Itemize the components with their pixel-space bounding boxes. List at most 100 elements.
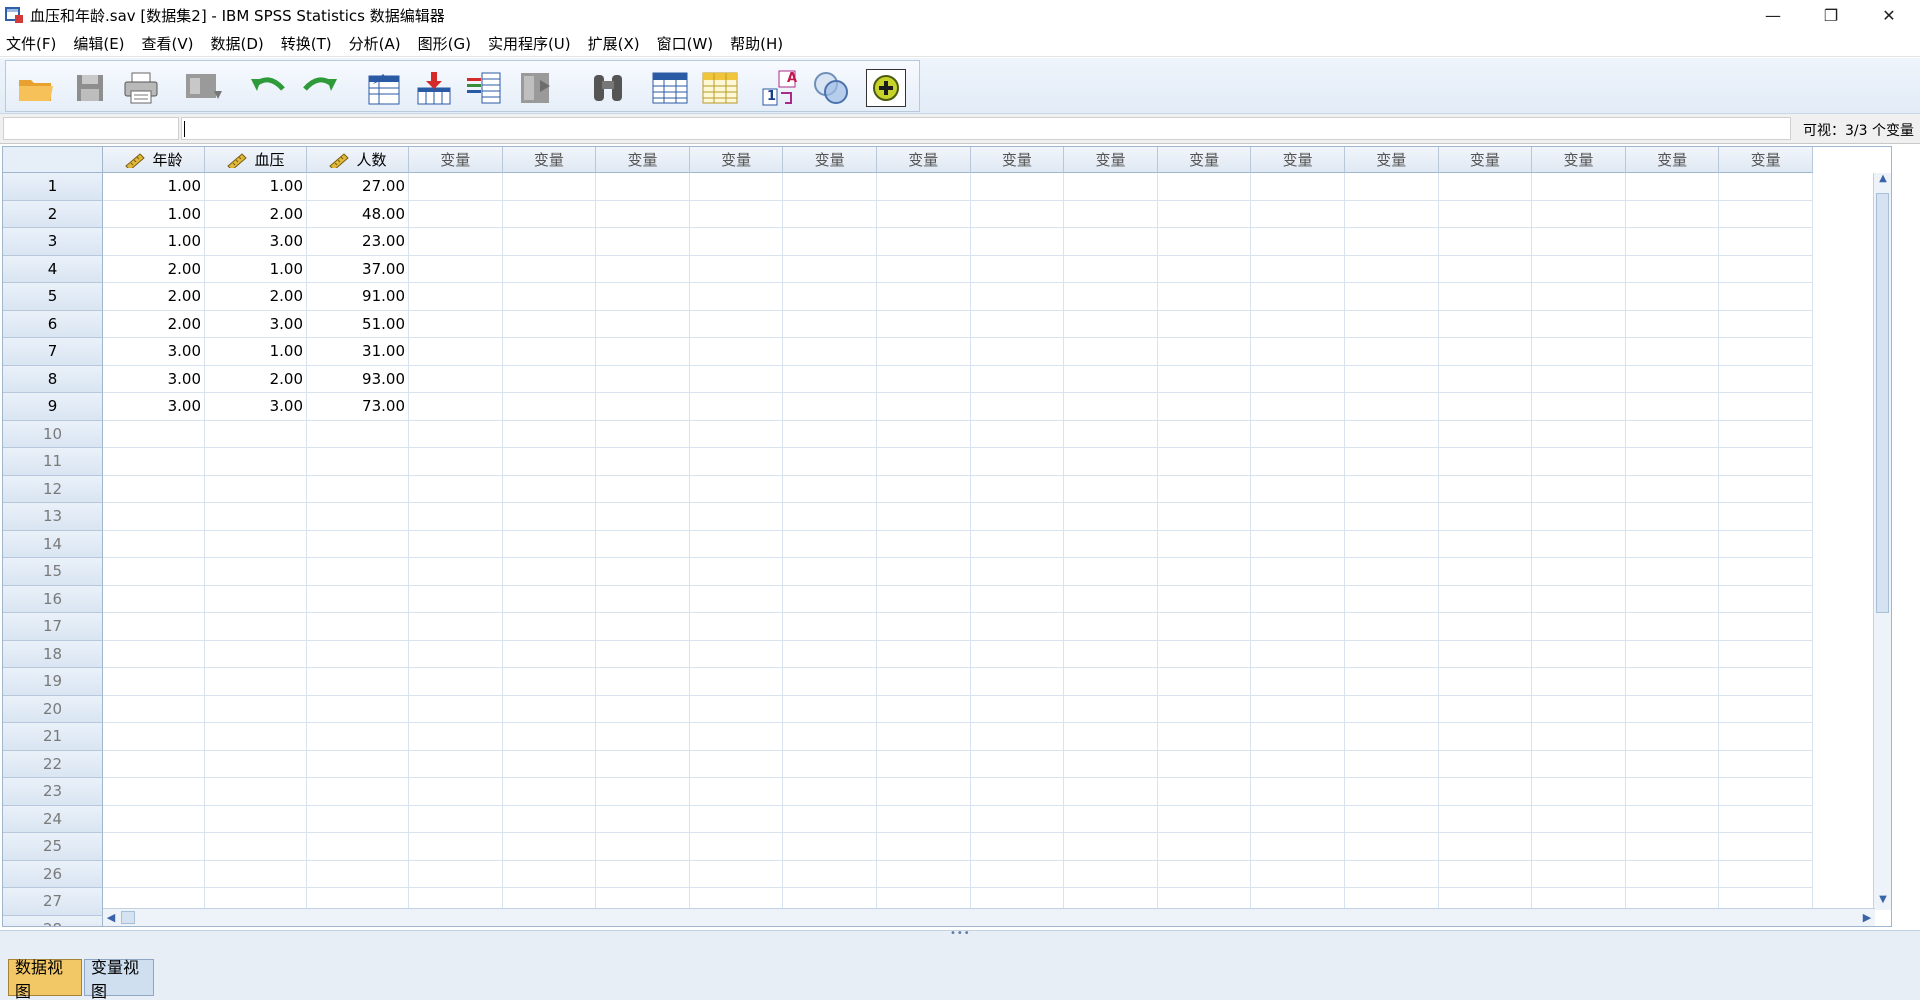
grid-cell[interactable]: [877, 613, 971, 641]
grid-cell[interactable]: [1438, 283, 1533, 311]
grid-cell[interactable]: [409, 475, 503, 503]
grid-cell[interactable]: [409, 448, 503, 476]
grid-cell[interactable]: [1157, 228, 1252, 256]
grid-cell[interactable]: [1719, 228, 1813, 256]
scroll-right-icon[interactable]: ▶: [1859, 909, 1875, 926]
grid-cell[interactable]: [1251, 365, 1345, 393]
scroll-up-icon[interactable]: ▲: [1874, 173, 1891, 189]
grid-cell[interactable]: 2.00: [103, 283, 205, 311]
column-header-empty[interactable]: 变量: [783, 147, 877, 173]
grid-cell[interactable]: [307, 613, 409, 641]
row-header[interactable]: 23: [3, 778, 103, 806]
menu-data[interactable]: 数据(D): [205, 33, 275, 54]
grid-cell[interactable]: [1719, 750, 1813, 778]
grid-cell[interactable]: [409, 228, 503, 256]
grid-cell[interactable]: [689, 310, 784, 338]
column-header-empty[interactable]: 变量: [1345, 147, 1439, 173]
undo-icon[interactable]: [248, 69, 288, 107]
scroll-down-icon[interactable]: ▼: [1874, 894, 1891, 910]
value-labels-icon[interactable]: A 1: [761, 69, 801, 107]
row-header[interactable]: 14: [3, 530, 103, 558]
menu-window[interactable]: 窗口(W): [651, 33, 725, 54]
grid-cell[interactable]: [205, 613, 307, 641]
grid-cell[interactable]: [783, 173, 877, 201]
grid-cell[interactable]: [502, 695, 597, 723]
menu-utilities[interactable]: 实用程序(U): [482, 33, 582, 54]
grid-cell[interactable]: [1438, 503, 1533, 531]
grid-cell[interactable]: [970, 310, 1065, 338]
grid-cell[interactable]: [783, 530, 877, 558]
grid-cell[interactable]: [689, 475, 784, 503]
grid-cell[interactable]: [1157, 860, 1252, 888]
grid-cell[interactable]: [689, 640, 784, 668]
grid-cell[interactable]: [1251, 283, 1345, 311]
grid-cell[interactable]: [1625, 228, 1720, 256]
goto-case-icon[interactable]: [364, 69, 404, 107]
scroll-left-icon[interactable]: ◀: [103, 909, 119, 926]
grid-cell[interactable]: [783, 668, 877, 696]
grid-cell[interactable]: [502, 723, 597, 751]
grid-cell[interactable]: [502, 200, 597, 228]
grid-cell[interactable]: [1438, 365, 1533, 393]
grid-cell[interactable]: [877, 448, 971, 476]
grid-cell[interactable]: [1625, 475, 1720, 503]
grid-cell[interactable]: [970, 805, 1065, 833]
grid-cell[interactable]: 1.00: [103, 200, 205, 228]
grid-cell[interactable]: [1438, 695, 1533, 723]
grid-cell[interactable]: 73.00: [307, 393, 409, 421]
grid-cell[interactable]: [1625, 365, 1720, 393]
column-header-empty[interactable]: 变量: [409, 147, 503, 173]
grid-cell[interactable]: [1157, 173, 1252, 201]
grid-cell[interactable]: [1157, 585, 1252, 613]
grid-cell[interactable]: [1345, 365, 1439, 393]
grid-cell[interactable]: [1719, 475, 1813, 503]
grid-cell[interactable]: [1625, 255, 1720, 283]
grid-cell[interactable]: [1625, 200, 1720, 228]
grid-cell[interactable]: 3.00: [205, 393, 307, 421]
grid-cell[interactable]: [689, 173, 784, 201]
grid-cell[interactable]: 2.00: [205, 365, 307, 393]
grid-cell[interactable]: [103, 860, 205, 888]
grid-cell[interactable]: [596, 228, 690, 256]
grid-cell[interactable]: 2.00: [205, 283, 307, 311]
grid-cell[interactable]: [1438, 668, 1533, 696]
grid-cell[interactable]: [1157, 695, 1252, 723]
grid-cell[interactable]: [502, 833, 597, 861]
vertical-scrollbar[interactable]: ▲ ▼: [1873, 173, 1891, 910]
grid-cell[interactable]: [1719, 283, 1813, 311]
menu-edit[interactable]: 编辑(E): [67, 33, 135, 54]
grid-cell[interactable]: [1719, 200, 1813, 228]
grid-cell[interactable]: [1345, 695, 1439, 723]
grid-cell[interactable]: [689, 778, 784, 806]
grid-cell[interactable]: [689, 695, 784, 723]
grid-cell[interactable]: [409, 613, 503, 641]
grid-cell[interactable]: [502, 503, 597, 531]
grid-cell[interactable]: [1719, 338, 1813, 366]
grid-cell[interactable]: [1064, 475, 1158, 503]
grid-cell[interactable]: [1251, 723, 1345, 751]
column-header-empty[interactable]: 变量: [970, 147, 1065, 173]
grid-cell[interactable]: [877, 640, 971, 668]
grid-cell[interactable]: [307, 723, 409, 751]
grid-cell[interactable]: [1157, 503, 1252, 531]
grid-cell[interactable]: [307, 530, 409, 558]
grid-cell[interactable]: [409, 695, 503, 723]
grid-cell[interactable]: [1064, 723, 1158, 751]
grid-cell[interactable]: [1157, 558, 1252, 586]
grid-cell[interactable]: [103, 833, 205, 861]
grid-cell[interactable]: [689, 833, 784, 861]
grid-cell[interactable]: [1064, 503, 1158, 531]
grid-cell[interactable]: [103, 723, 205, 751]
grid-cell[interactable]: [502, 283, 597, 311]
grid-cell[interactable]: [502, 448, 597, 476]
row-header[interactable]: 22: [3, 750, 103, 778]
grid-cell[interactable]: [1157, 668, 1252, 696]
grid-cell[interactable]: 1.00: [205, 173, 307, 201]
column-header-empty[interactable]: 变量: [1625, 147, 1720, 173]
grid-cell[interactable]: [1064, 558, 1158, 586]
grid-cell[interactable]: [877, 475, 971, 503]
grid-cell[interactable]: [783, 475, 877, 503]
grid-cell[interactable]: [689, 723, 784, 751]
grid-cell[interactable]: [1345, 503, 1439, 531]
grid-cell[interactable]: [596, 833, 690, 861]
